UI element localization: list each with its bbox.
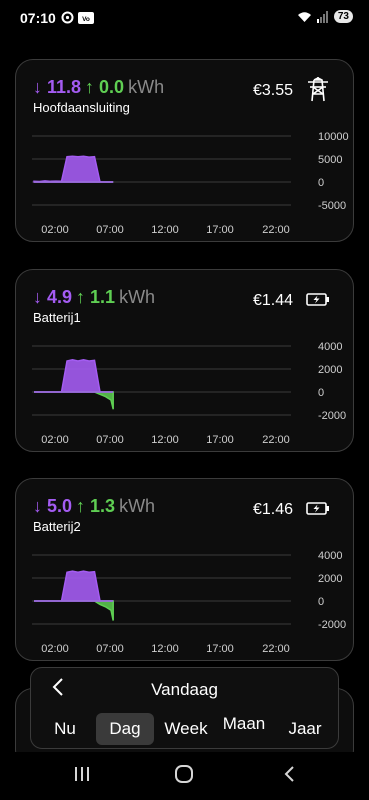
x-axis-labels: 02:00 07:00 12:00 17:00 22:00 [41, 643, 290, 655]
y-tick-label: 5000 [318, 154, 342, 166]
card-name: Hoofdaansluiting [33, 100, 130, 115]
energy-card-battery1[interactable]: ↓ 4.9 ↑ 1.1 kWh Batterij1 €1.44 4000 200… [15, 269, 354, 452]
x-tick-label: 02:00 [41, 224, 69, 236]
battery-level-badge: 73 [333, 10, 353, 23]
import-value: ↓ 5.0 [33, 496, 73, 516]
import-value: ↓ 11.8 [33, 77, 82, 97]
period-title: Vandaag [151, 680, 218, 699]
period-picker: Vandaag Nu Dag Week Maan Jaar [30, 667, 339, 749]
notification-icons: Vo [61, 11, 94, 24]
y-tick-label: 4000 [318, 550, 342, 562]
chart-marks [34, 570, 114, 621]
x-tick-label: 17:00 [206, 224, 234, 236]
power-pylon-icon [308, 77, 328, 102]
energy-card-main[interactable]: ↓ 11.8 ↑ 0.0 kWh Hoofdaansluiting €3.55 … [15, 59, 354, 242]
y-tick-label: 2000 [318, 573, 342, 585]
y-tick-label: 0 [318, 596, 324, 608]
x-tick-label: 22:00 [262, 434, 290, 446]
tab-week[interactable]: Week [157, 713, 215, 745]
y-tick-label: 10000 [318, 131, 349, 143]
energy-unit: kWh [128, 77, 165, 97]
y-axis-labels: 4000 2000 0 -2000 [318, 341, 346, 422]
y-tick-label: -2000 [318, 619, 346, 631]
export-value: ↑ 1.1 [76, 287, 116, 307]
import-area [33, 155, 114, 183]
battery-charging-icon [306, 502, 329, 515]
x-tick-label: 22:00 [262, 643, 290, 655]
tab-jaar[interactable]: Jaar [277, 713, 333, 745]
status-time: 07:10 [20, 10, 56, 26]
x-tick-label: 17:00 [206, 643, 234, 655]
tab-dag[interactable]: Dag [96, 713, 154, 745]
x-tick-label: 17:00 [206, 434, 234, 446]
import-value: ↓ 4.9 [33, 287, 73, 307]
x-tick-label: 02:00 [41, 643, 69, 655]
tab-nu[interactable]: Nu [39, 713, 91, 745]
x-tick-label: 07:00 [96, 434, 124, 446]
x-tick-label: 12:00 [151, 224, 179, 236]
x-tick-label: 07:00 [96, 224, 124, 236]
system-navigation-bar [0, 752, 369, 800]
power-chart: 10000 5000 0 -5000 02:00 07:00 12:00 17:… [32, 131, 349, 236]
export-value: ↑ 1.3 [76, 496, 116, 516]
energy-unit: kWh [119, 496, 156, 516]
y-tick-label: 0 [318, 387, 324, 399]
x-tick-label: 22:00 [262, 224, 290, 236]
app-notification-icon [61, 11, 74, 24]
home-icon[interactable] [174, 764, 194, 784]
y-tick-label: 4000 [318, 341, 342, 353]
x-tick-label: 07:00 [96, 643, 124, 655]
power-chart: 4000 2000 0 -2000 02:00 07:00 12:00 17:0… [32, 550, 346, 655]
x-tick-label: 02:00 [41, 434, 69, 446]
x-tick-label: 12:00 [151, 434, 179, 446]
energy-readings: ↓ 4.9 ↑ 1.1 kWh [33, 287, 155, 308]
signal-icon [316, 10, 328, 23]
energy-card-battery2[interactable]: ↓ 5.0 ↑ 1.3 kWh Batterij2 €1.46 4000 200… [15, 478, 354, 661]
x-tick-label: 12:00 [151, 643, 179, 655]
back-icon[interactable] [281, 764, 297, 784]
export-area [34, 600, 114, 621]
status-bar: 07:10 Vo 73 [0, 0, 369, 36]
wifi-icon [297, 11, 311, 22]
svg-text:Vo: Vo [82, 16, 90, 23]
y-axis-labels: 4000 2000 0 -2000 [318, 550, 346, 631]
battery-charging-icon [306, 293, 329, 306]
cost-value: €1.44 [252, 292, 293, 309]
card-name: Batterij2 [33, 519, 81, 534]
y-tick-label: -5000 [318, 200, 346, 212]
chart-marks [33, 155, 114, 183]
system-icons: 73 [297, 10, 353, 23]
recent-apps-icon[interactable] [72, 764, 92, 784]
tab-maand[interactable]: Maan [217, 713, 271, 745]
y-tick-label: 2000 [318, 364, 342, 376]
energy-readings: ↓ 5.0 ↑ 1.3 kWh [33, 496, 155, 517]
y-axis-labels: 10000 5000 0 -5000 [318, 131, 349, 212]
y-tick-label: 0 [318, 177, 324, 189]
power-chart: 4000 2000 0 -2000 02:00 07:00 12:00 17:0… [32, 341, 346, 446]
chart-marks [34, 359, 114, 410]
energy-readings: ↓ 11.8 ↑ 0.0 kWh [33, 77, 164, 98]
card-name: Batterij1 [33, 310, 81, 325]
period-tabs: Nu Dag Week Maan Jaar [31, 713, 338, 747]
import-area [34, 570, 114, 602]
x-axis-labels: 02:00 07:00 12:00 17:00 22:00 [41, 224, 290, 236]
cost-value: €3.55 [252, 82, 293, 99]
import-area [34, 359, 114, 393]
cost-value: €1.46 [252, 501, 293, 518]
x-axis-labels: 02:00 07:00 12:00 17:00 22:00 [41, 434, 290, 446]
y-tick-label: -2000 [318, 410, 346, 422]
export-value: ↑ 0.0 [85, 77, 125, 97]
energy-unit: kWh [119, 287, 156, 307]
volte-icon: Vo [78, 11, 94, 24]
export-area [34, 391, 114, 410]
